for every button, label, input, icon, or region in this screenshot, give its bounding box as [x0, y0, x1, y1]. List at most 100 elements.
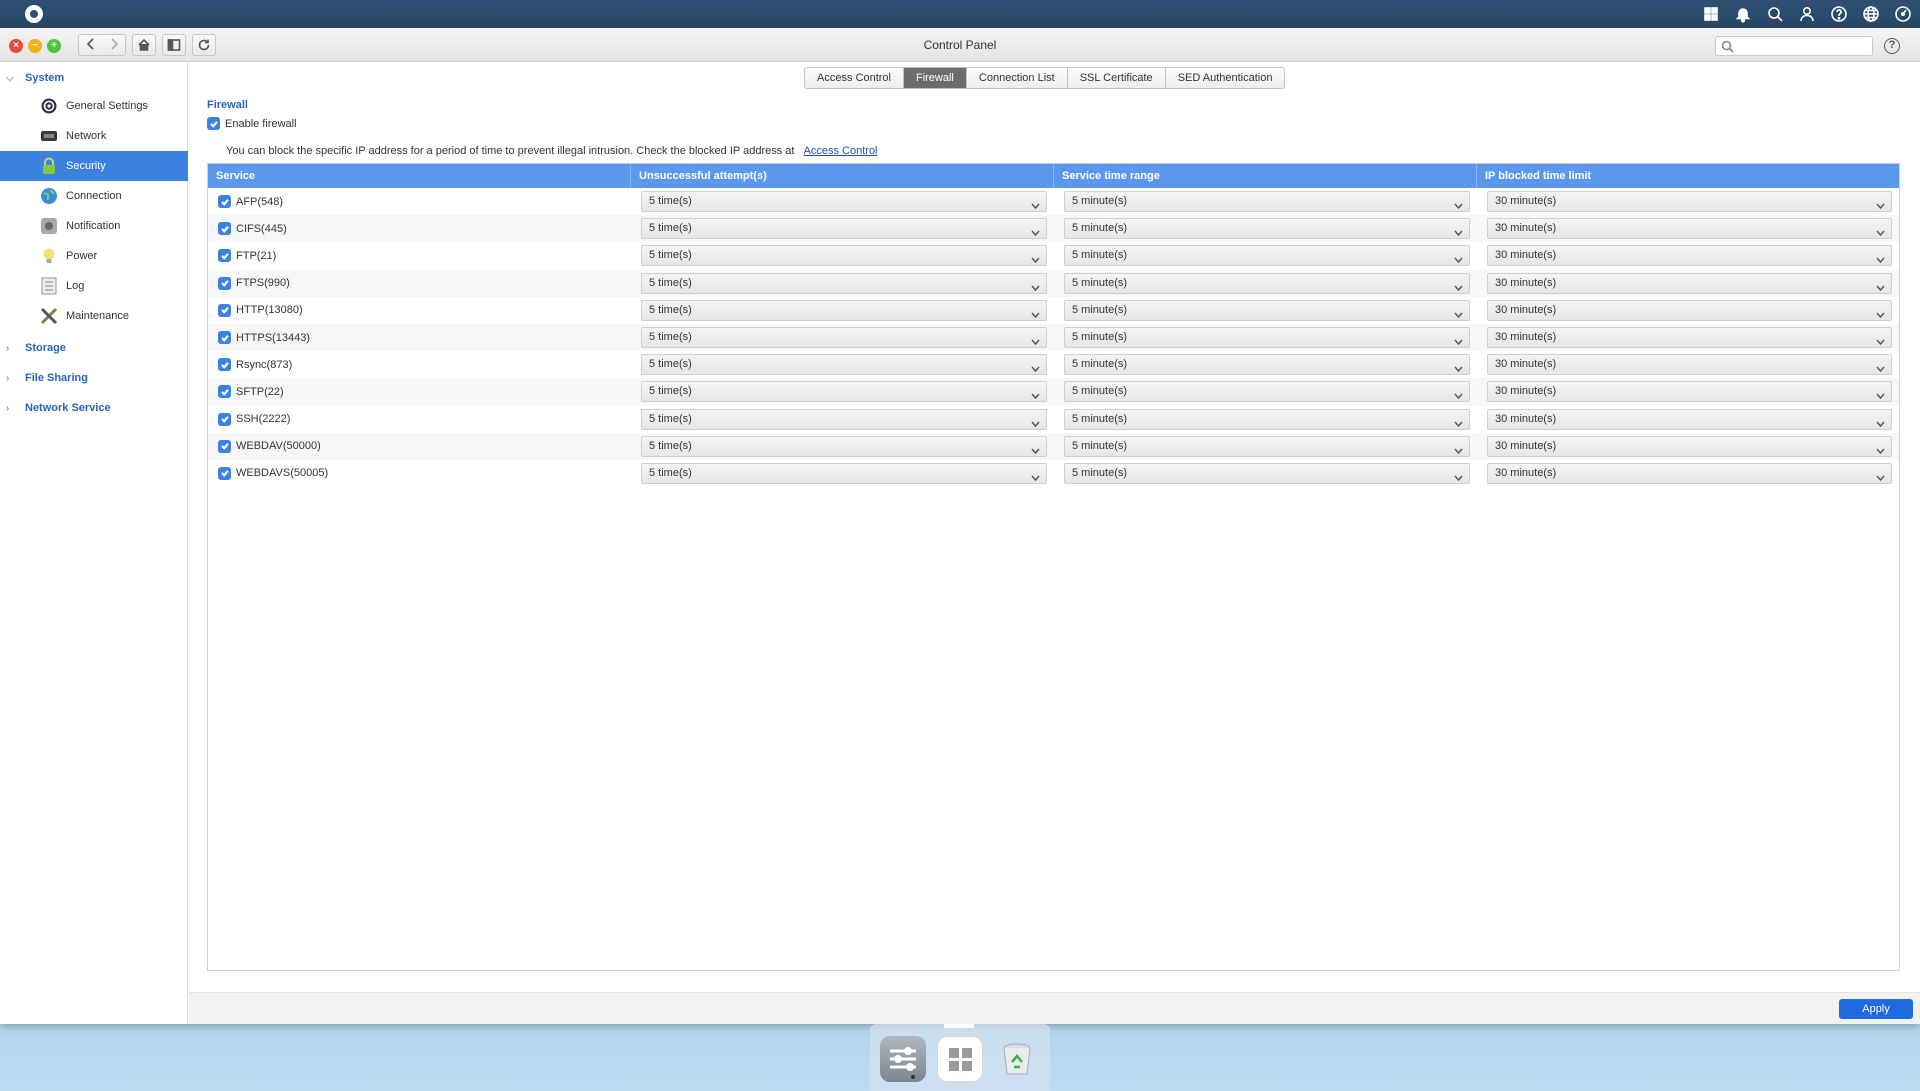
service-checkbox[interactable]: [218, 331, 231, 345]
time-range-select[interactable]: 5 minute(s): [1064, 299, 1470, 321]
footer-bar: Apply: [189, 992, 1920, 1024]
blocked-limit-select[interactable]: 30 minute(s): [1487, 435, 1892, 457]
sidebar-section-file-sharing[interactable]: › File Sharing: [0, 366, 188, 390]
sidebar-item-general-settings[interactable]: General Settings: [0, 91, 188, 121]
qnap-logo-icon[interactable]: [25, 5, 43, 23]
blocked-limit-select[interactable]: 30 minute(s): [1487, 218, 1892, 240]
enable-firewall-checkbox[interactable]: [207, 117, 220, 130]
dock-indicator: [944, 1024, 974, 1028]
column-header-service: Service: [208, 164, 631, 188]
time-range-select[interactable]: 5 minute(s): [1064, 408, 1470, 430]
tab-firewall[interactable]: Firewall: [903, 68, 967, 88]
sidebar-item-connection[interactable]: Connection: [0, 181, 188, 211]
attempts-select[interactable]: 5 time(s): [641, 272, 1047, 294]
apply-button[interactable]: Apply: [1839, 999, 1913, 1019]
search-input[interactable]: [1715, 36, 1873, 56]
service-cell: SFTP(22): [208, 385, 631, 399]
time-range-select[interactable]: 5 minute(s): [1064, 354, 1470, 376]
attempts-cell: 5 time(s): [631, 299, 1054, 321]
sidebar-item-power[interactable]: Power: [0, 241, 188, 271]
service-checkbox[interactable]: [218, 439, 231, 453]
time-range-cell: 5 minute(s): [1054, 327, 1477, 349]
attempts-select[interactable]: 5 time(s): [641, 381, 1047, 403]
section-title: Firewall: [207, 99, 248, 111]
tab-sed-authentication[interactable]: SED Authentication: [1165, 68, 1285, 88]
blocked-limit-select[interactable]: 30 minute(s): [1487, 381, 1892, 403]
table-row: HTTPS(13443) 5 time(s) 5 minute(s) 30 minut…: [208, 323, 1899, 352]
attempts-select[interactable]: 5 time(s): [641, 299, 1047, 321]
service-checkbox[interactable]: [218, 466, 231, 480]
blocked-limit-select[interactable]: 30 minute(s): [1487, 408, 1892, 430]
time-range-select[interactable]: 5 minute(s): [1064, 245, 1470, 267]
attempts-select[interactable]: 5 time(s): [641, 327, 1047, 349]
time-range-value: 5 minute(s): [1072, 276, 1128, 289]
time-range-select[interactable]: 5 minute(s): [1064, 381, 1470, 403]
sidebar-item-maintenance[interactable]: Maintenance: [0, 301, 188, 331]
globe-icon[interactable]: [1862, 5, 1880, 23]
chevron-down-icon: [1876, 252, 1885, 264]
apps-grid-icon[interactable]: [1702, 5, 1720, 23]
chevron-down-icon: [1876, 416, 1885, 427]
service-checkbox[interactable]: [218, 303, 231, 317]
time-range-cell: 5 minute(s): [1054, 272, 1477, 294]
attempts-select[interactable]: 5 time(s): [641, 354, 1047, 376]
time-range-select[interactable]: 5 minute(s): [1064, 191, 1470, 213]
search-icon[interactable]: [1766, 5, 1784, 23]
time-range-select[interactable]: 5 minute(s): [1064, 462, 1470, 484]
blocked-limit-select[interactable]: 30 minute(s): [1487, 245, 1892, 267]
service-checkbox[interactable]: [218, 222, 231, 236]
time-range-select[interactable]: 5 minute(s): [1064, 327, 1470, 349]
sidebar-item-log[interactable]: Log: [0, 271, 188, 301]
attempts-cell: 5 time(s): [631, 462, 1054, 484]
access-control-link[interactable]: Access Control: [804, 145, 878, 157]
enable-firewall-option[interactable]: Enable firewall: [207, 117, 297, 130]
chevron-down-icon: [1031, 443, 1040, 454]
chevron-down-icon: [1454, 280, 1463, 291]
tab-ssl-certificate[interactable]: SSL Certificate: [1067, 68, 1166, 88]
sidebar-section-system[interactable]: ⌵ System: [0, 66, 188, 90]
service-checkbox[interactable]: [218, 195, 231, 209]
service-checkbox[interactable]: [218, 276, 231, 290]
attempts-select[interactable]: 5 time(s): [641, 462, 1047, 484]
blocked-limit-select[interactable]: 30 minute(s): [1487, 327, 1892, 349]
sidebar-item-network[interactable]: Network: [0, 121, 188, 151]
blocked-limit-select[interactable]: 30 minute(s): [1487, 191, 1892, 213]
service-name: SFTP(22): [236, 385, 284, 398]
notification-bell-icon[interactable]: [1734, 5, 1752, 23]
help-button[interactable]: ?: [1884, 38, 1900, 54]
time-range-value: 5 minute(s): [1072, 195, 1128, 208]
blocked-limit-select[interactable]: 30 minute(s): [1487, 299, 1892, 321]
time-range-select[interactable]: 5 minute(s): [1064, 272, 1470, 294]
help-icon[interactable]: [1830, 5, 1848, 23]
blocked-limit-value: 30 minute(s): [1495, 439, 1557, 452]
service-name: AFP(548): [236, 195, 284, 208]
sidebar-item-security[interactable]: Security: [0, 151, 188, 181]
service-checkbox[interactable]: [218, 412, 231, 426]
chevron-down-icon: [1876, 361, 1885, 373]
control-panel-dock-icon[interactable]: [880, 1036, 926, 1082]
attempts-value: 5 time(s): [649, 303, 692, 316]
attempts-select[interactable]: 5 time(s): [641, 245, 1047, 267]
time-range-select[interactable]: 5 minute(s): [1064, 218, 1470, 240]
time-range-select[interactable]: 5 minute(s): [1064, 435, 1470, 457]
app-center-dock-icon[interactable]: [937, 1036, 983, 1082]
attempts-select[interactable]: 5 time(s): [641, 218, 1047, 240]
dashboard-gauge-icon[interactable]: [1894, 5, 1912, 23]
service-checkbox[interactable]: [218, 385, 231, 399]
attempts-select[interactable]: 5 time(s): [641, 408, 1047, 430]
user-icon[interactable]: [1798, 5, 1816, 23]
attempts-select[interactable]: 5 time(s): [641, 191, 1047, 213]
blocked-limit-select[interactable]: 30 minute(s): [1487, 462, 1892, 484]
time-range-cell: 5 minute(s): [1054, 245, 1477, 267]
tab-access-control[interactable]: Access Control: [805, 68, 904, 88]
attempts-select[interactable]: 5 time(s): [641, 435, 1047, 457]
service-checkbox[interactable]: [218, 249, 231, 263]
blocked-limit-select[interactable]: 30 minute(s): [1487, 354, 1892, 376]
service-checkbox[interactable]: [218, 358, 231, 372]
sidebar-section-network-service[interactable]: › Network Service: [0, 396, 188, 420]
tab-connection-list[interactable]: Connection List: [966, 68, 1068, 88]
sidebar-item-notification[interactable]: Notification: [0, 211, 188, 241]
blocked-limit-select[interactable]: 30 minute(s): [1487, 272, 1892, 294]
sidebar-section-storage[interactable]: › Storage: [0, 336, 188, 360]
recycle-bin-dock-icon[interactable]: [994, 1036, 1040, 1082]
